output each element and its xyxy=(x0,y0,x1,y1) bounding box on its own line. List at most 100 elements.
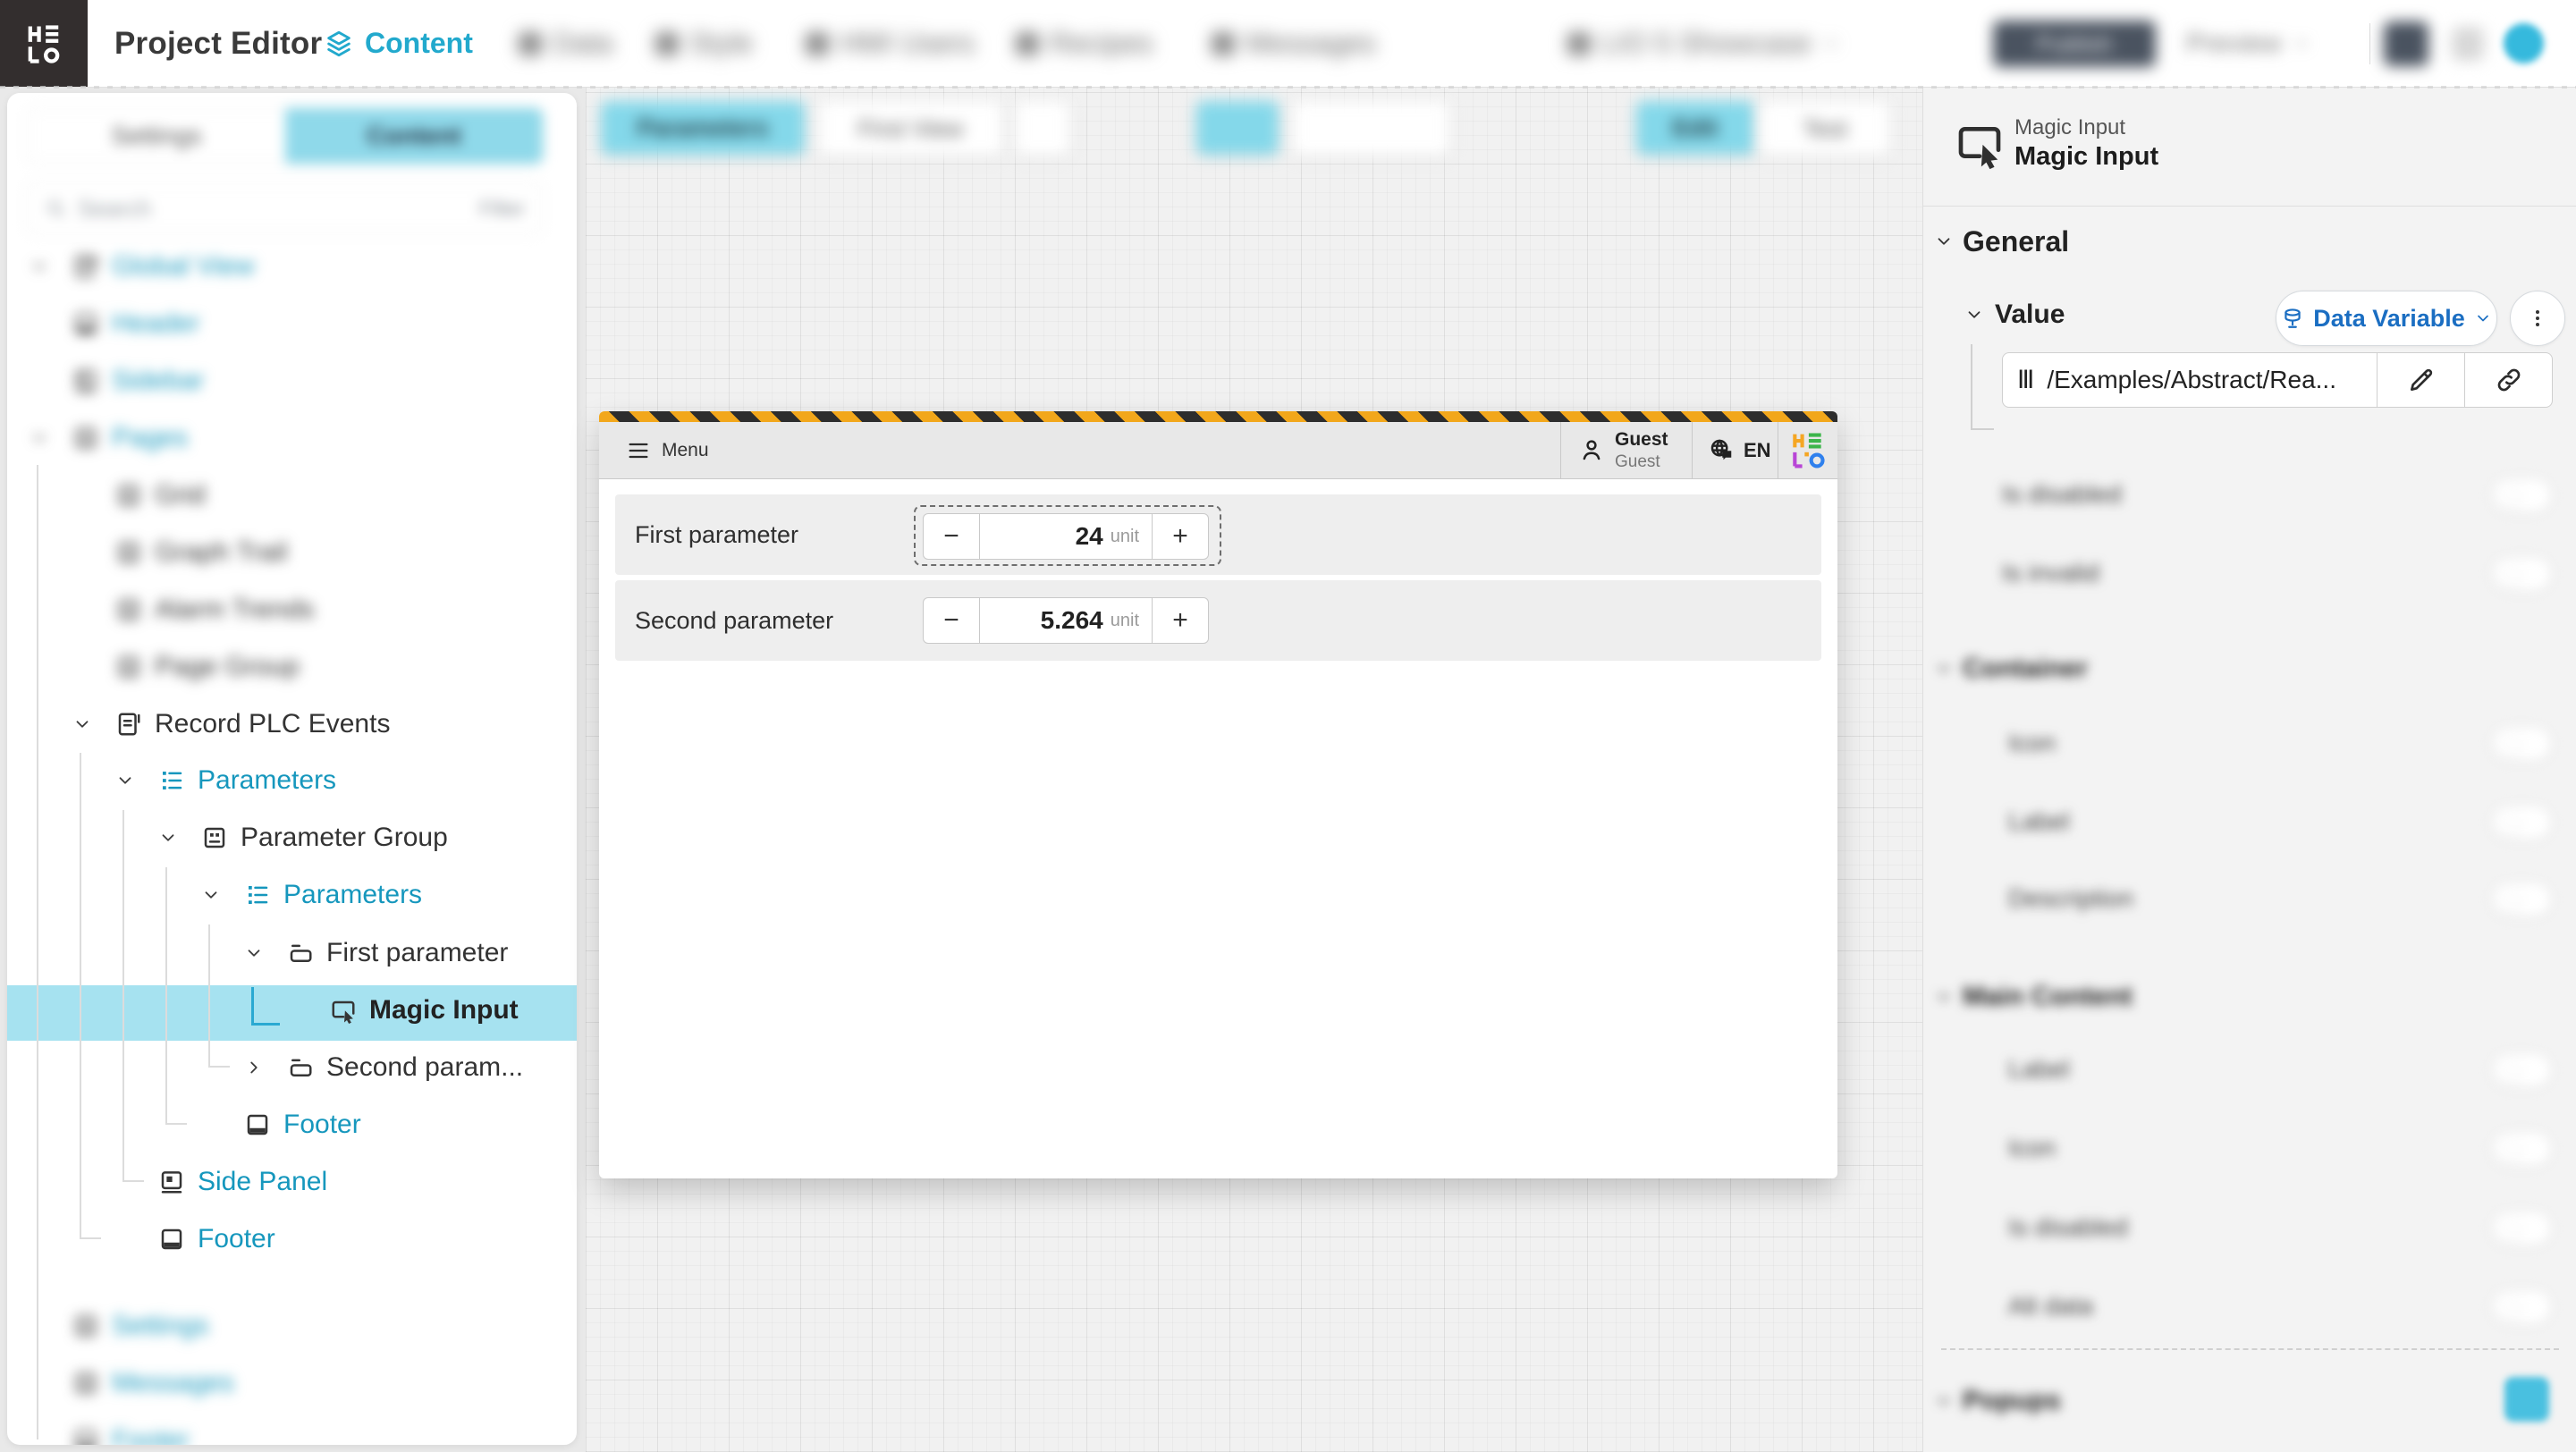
more-options-button[interactable] xyxy=(2510,291,2565,346)
property-label[interactable]: Label xyxy=(1923,797,2576,847)
property-description[interactable]: Description xyxy=(1923,874,2576,924)
language-code[interactable]: EN xyxy=(1744,422,1771,479)
tab-messages[interactable]: Messages xyxy=(1212,0,1376,87)
sidebar-icon xyxy=(72,367,99,394)
tree-item-second-parameter[interactable]: Second param... xyxy=(7,1043,577,1093)
menu-label[interactable]: Menu xyxy=(662,422,709,479)
component-name: Magic Input xyxy=(2014,142,2158,172)
toggle-switch[interactable] xyxy=(2492,557,2551,591)
edit-binding-button[interactable] xyxy=(2378,352,2465,408)
user-name[interactable]: Guest xyxy=(1615,429,1668,451)
chevron-down-icon xyxy=(115,771,135,790)
zoom-controls[interactable] xyxy=(1292,101,1450,156)
tree-item-footer[interactable]: Footer xyxy=(7,1214,577,1264)
tree-item-first-parameter[interactable]: First parameter xyxy=(7,928,577,978)
toggle-switch[interactable] xyxy=(2492,882,2551,916)
add-view-button[interactable] xyxy=(1015,101,1070,156)
increment-button[interactable]: + xyxy=(1152,513,1209,560)
tree-item-parameters[interactable]: Parameters xyxy=(7,756,577,806)
app-logo[interactable] xyxy=(0,0,88,87)
tree-item-parameters-inner[interactable]: Parameters xyxy=(7,870,577,920)
tree-item-sidebar[interactable]: Sidebar xyxy=(7,356,577,406)
help-button[interactable] xyxy=(2452,27,2484,61)
tree-item-messages[interactable]: Messages xyxy=(7,1358,577,1408)
popups-active-toggle[interactable] xyxy=(2504,1377,2549,1422)
toggle-switch[interactable] xyxy=(2492,1211,2551,1245)
view-icon xyxy=(72,253,99,280)
toggle-switch[interactable] xyxy=(2492,727,2551,761)
toggle-switch[interactable] xyxy=(2492,1290,2551,1324)
component-type: Magic Input xyxy=(2014,115,2125,140)
increment-button[interactable]: + xyxy=(1152,597,1209,644)
property-is-invalid[interactable]: Is invalid xyxy=(1923,548,2576,598)
chevron-right-icon xyxy=(244,1058,264,1077)
language-globe-icon xyxy=(1708,436,1735,463)
binding-mode-dropdown[interactable]: Data Variable xyxy=(2276,291,2497,346)
test-mode-button[interactable]: Test xyxy=(1760,101,1890,156)
link-binding-button[interactable] xyxy=(2465,352,2553,408)
search-input[interactable]: Search Filter xyxy=(27,182,542,234)
tab-style[interactable]: Style xyxy=(655,0,753,87)
project-dropdown[interactable]: LIO 5 Showcase xyxy=(1567,0,1840,87)
section-popups[interactable]: Popups xyxy=(1923,1376,2576,1426)
tree-item-grid[interactable]: Grid xyxy=(7,470,577,520)
tree-item-pages[interactable]: Pages xyxy=(7,413,577,463)
toggle-switch[interactable] xyxy=(2492,806,2551,840)
breadcrumb[interactable]: Parameters xyxy=(601,101,805,155)
value-input[interactable]: 5.264 unit xyxy=(980,597,1152,644)
zoom-fit-button[interactable] xyxy=(1196,101,1279,155)
preview-button[interactable]: Preview xyxy=(2186,0,2310,87)
messages-icon xyxy=(72,1370,99,1397)
tree-item-global-view[interactable]: Global View xyxy=(7,241,577,291)
users-icon xyxy=(806,32,829,55)
tab-hmi-users[interactable]: HMI Users xyxy=(806,0,975,87)
parameter-label: Second parameter xyxy=(635,580,833,661)
user-avatar[interactable] xyxy=(2504,23,2544,63)
link-icon xyxy=(2495,366,2523,394)
view-selector[interactable]: First View xyxy=(818,101,1003,156)
tree-item-settings[interactable]: Settings xyxy=(7,1301,577,1351)
decrement-button[interactable]: − xyxy=(923,597,980,644)
section-container[interactable]: Container xyxy=(1923,644,2576,694)
property-icon-2[interactable]: Icon xyxy=(1923,1123,2576,1173)
parameter-row-first: First parameter − 24 unit + xyxy=(615,494,1821,575)
tree-item-page-group[interactable]: Page Group xyxy=(7,642,577,692)
publish-button[interactable]: Publish xyxy=(1993,21,2156,67)
data-icon xyxy=(519,32,542,55)
tree-item-parameter-group[interactable]: Parameter Group xyxy=(7,813,577,863)
decrement-button[interactable]: − xyxy=(923,513,980,560)
property-is-disabled[interactable]: Is disabled xyxy=(1923,469,2576,519)
tree-item-footer-inner[interactable]: Footer xyxy=(7,1100,577,1150)
settings-mode-button[interactable]: Settings xyxy=(28,108,285,164)
section-general[interactable]: General xyxy=(1923,216,2576,266)
variable-path-field[interactable]: Ⅲ /Examples/Abstract/Rea... xyxy=(2002,352,2378,408)
tree-item-footer-last[interactable]: Footer xyxy=(7,1415,577,1445)
tab-data[interactable]: Data xyxy=(519,0,613,87)
property-label-2[interactable]: Label xyxy=(1923,1044,2576,1094)
tab-recipes[interactable]: Recipes xyxy=(1016,0,1153,87)
section-main-content[interactable]: Main Content xyxy=(1923,972,2576,1022)
tab-content[interactable]: Content xyxy=(324,0,473,87)
toggle-switch[interactable] xyxy=(2492,1053,2551,1087)
grid-view-button[interactable] xyxy=(2384,21,2428,66)
design-canvas[interactable]: Parameters First View Edit Test Menu Gue… xyxy=(586,87,1922,1452)
tree-item-graph-trail[interactable]: Graph Trail xyxy=(7,528,577,578)
toggle-switch[interactable] xyxy=(2492,1132,2551,1166)
tree-item-record-plc-events[interactable]: Record PLC Events xyxy=(7,699,577,749)
tree-item-header[interactable]: Header xyxy=(7,299,577,349)
hamburger-menu-icon[interactable] xyxy=(626,438,651,463)
tree-item-magic-input[interactable]: Magic Input xyxy=(7,985,577,1035)
filter-label: Filter xyxy=(479,197,525,221)
property-is-disabled-2[interactable]: Is disabled xyxy=(1923,1203,2576,1253)
property-alt-data[interactable]: Alt data xyxy=(1923,1281,2576,1331)
tree-item-side-panel[interactable]: Side Panel xyxy=(7,1157,577,1207)
edit-mode-button[interactable]: Edit xyxy=(1636,101,1754,155)
content-mode-button[interactable]: Content xyxy=(285,108,543,164)
alarm-icon xyxy=(115,596,142,623)
property-icon[interactable]: Icon xyxy=(1923,718,2576,768)
chevron-down-icon xyxy=(244,943,264,963)
value-input[interactable]: 24 unit xyxy=(980,513,1152,560)
tree-item-alarm-trends[interactable]: Alarm Trends xyxy=(7,585,577,635)
magic-input-icon xyxy=(330,998,357,1025)
toggle-switch[interactable] xyxy=(2492,478,2551,512)
